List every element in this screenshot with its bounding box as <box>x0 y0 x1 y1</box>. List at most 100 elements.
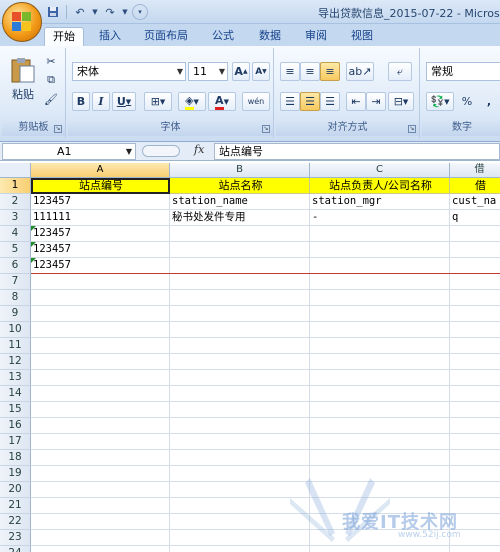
font-launcher-icon[interactable]: ↘ <box>262 125 270 133</box>
tab-page-layout[interactable]: 页面布局 <box>138 27 194 46</box>
row-header-22[interactable]: 22 <box>0 514 31 530</box>
cell-b23[interactable] <box>170 530 310 546</box>
cell-c13[interactable] <box>310 370 450 386</box>
accounting-format-button[interactable]: 💱 ▼ <box>426 92 454 111</box>
cell-c1[interactable]: 站点负责人/公司名称 <box>310 178 450 194</box>
select-all-button[interactable] <box>0 163 31 178</box>
align-left-button[interactable]: ☰ <box>280 92 300 111</box>
cell-d10[interactable] <box>450 322 500 338</box>
cell-d9[interactable] <box>450 306 500 322</box>
undo-icon[interactable]: ↶ <box>72 4 88 20</box>
office-button[interactable] <box>2 2 42 42</box>
cell-a22[interactable] <box>31 514 170 530</box>
cell-b8[interactable] <box>170 290 310 306</box>
cell-d2[interactable]: cust_na <box>450 194 500 210</box>
cell-d24[interactable] <box>450 546 500 552</box>
font-name-select[interactable]: 宋体 ▼ <box>72 62 186 81</box>
cell-a17[interactable] <box>31 434 170 450</box>
cell-a10[interactable] <box>31 322 170 338</box>
cell-d21[interactable] <box>450 498 500 514</box>
column-header-a[interactable]: A <box>31 163 170 178</box>
cell-d6[interactable] <box>450 258 500 274</box>
row-header-3[interactable]: 3 <box>0 210 31 226</box>
cell-b7[interactable] <box>170 274 310 290</box>
cell-b10[interactable] <box>170 322 310 338</box>
cell-b4[interactable] <box>170 226 310 242</box>
row-header-9[interactable]: 9 <box>0 306 31 322</box>
cell-d20[interactable] <box>450 482 500 498</box>
cell-d8[interactable] <box>450 290 500 306</box>
cell-d14[interactable] <box>450 386 500 402</box>
tab-data[interactable]: 数据 <box>252 27 288 46</box>
cell-d23[interactable] <box>450 530 500 546</box>
cell-c24[interactable] <box>310 546 450 552</box>
cell-a3[interactable]: 111111 <box>31 210 170 226</box>
row-header-23[interactable]: 23 <box>0 530 31 546</box>
number-format-select[interactable]: 常规 <box>426 62 500 81</box>
cell-d1[interactable]: 借 <box>450 178 500 194</box>
shrink-font-button[interactable]: A ▼ <box>252 62 270 81</box>
clipboard-launcher-icon[interactable]: ↘ <box>54 125 62 133</box>
cell-c7[interactable] <box>310 274 450 290</box>
cell-d15[interactable] <box>450 402 500 418</box>
cell-b12[interactable] <box>170 354 310 370</box>
align-right-button[interactable]: ☰ <box>320 92 340 111</box>
row-header-20[interactable]: 20 <box>0 482 31 498</box>
tab-formulas[interactable]: 公式 <box>205 27 241 46</box>
cell-a9[interactable] <box>31 306 170 322</box>
cell-c4[interactable] <box>310 226 450 242</box>
row-header-11[interactable]: 11 <box>0 338 31 354</box>
name-box[interactable]: A1 ▼ <box>2 143 136 160</box>
cell-a21[interactable] <box>31 498 170 514</box>
cell-a24[interactable] <box>31 546 170 552</box>
cell-c16[interactable] <box>310 418 450 434</box>
row-header-2[interactable]: 2 <box>0 194 31 210</box>
cell-d19[interactable] <box>450 466 500 482</box>
cell-d16[interactable] <box>450 418 500 434</box>
row-header-17[interactable]: 17 <box>0 434 31 450</box>
cell-a11[interactable] <box>31 338 170 354</box>
tab-review[interactable]: 审阅 <box>298 27 334 46</box>
cell-c22[interactable] <box>310 514 450 530</box>
alignment-launcher-icon[interactable]: ↘ <box>408 125 416 133</box>
row-header-6[interactable]: 6 <box>0 258 31 274</box>
cell-d5[interactable] <box>450 242 500 258</box>
cell-b13[interactable] <box>170 370 310 386</box>
decrease-indent-button[interactable]: ⇤ <box>346 92 366 111</box>
cell-c17[interactable] <box>310 434 450 450</box>
row-header-10[interactable]: 10 <box>0 322 31 338</box>
cell-d4[interactable] <box>450 226 500 242</box>
cell-b24[interactable] <box>170 546 310 552</box>
phonetic-button[interactable]: wén <box>242 92 270 111</box>
cell-c12[interactable] <box>310 354 450 370</box>
orientation-button[interactable]: ab↗ <box>346 62 374 81</box>
italic-button[interactable]: I <box>92 92 110 111</box>
row-header-5[interactable]: 5 <box>0 242 31 258</box>
percent-style-button[interactable]: % <box>458 92 476 111</box>
row-header-19[interactable]: 19 <box>0 466 31 482</box>
cell-c15[interactable] <box>310 402 450 418</box>
customize-qat-icon[interactable]: ▾ <box>132 4 148 20</box>
row-header-14[interactable]: 14 <box>0 386 31 402</box>
cell-b20[interactable] <box>170 482 310 498</box>
format-painter-button[interactable]: 🖌 <box>42 90 60 108</box>
cell-c20[interactable] <box>310 482 450 498</box>
cell-c10[interactable] <box>310 322 450 338</box>
cell-b19[interactable] <box>170 466 310 482</box>
row-header-13[interactable]: 13 <box>0 370 31 386</box>
column-header-d[interactable]: 借 <box>450 163 500 178</box>
cell-d11[interactable] <box>450 338 500 354</box>
cell-b11[interactable] <box>170 338 310 354</box>
cell-a20[interactable] <box>31 482 170 498</box>
cell-a5[interactable]: 123457 <box>31 242 170 258</box>
cell-a18[interactable] <box>31 450 170 466</box>
cell-c8[interactable] <box>310 290 450 306</box>
row-header-4[interactable]: 4 <box>0 226 31 242</box>
row-header-15[interactable]: 15 <box>0 402 31 418</box>
grow-font-button[interactable]: A ▲ <box>232 62 250 81</box>
cell-c23[interactable] <box>310 530 450 546</box>
cell-c14[interactable] <box>310 386 450 402</box>
cell-d7[interactable] <box>450 274 500 290</box>
cell-c5[interactable] <box>310 242 450 258</box>
fill-color-button[interactable]: ◈ ▼ <box>178 92 206 111</box>
